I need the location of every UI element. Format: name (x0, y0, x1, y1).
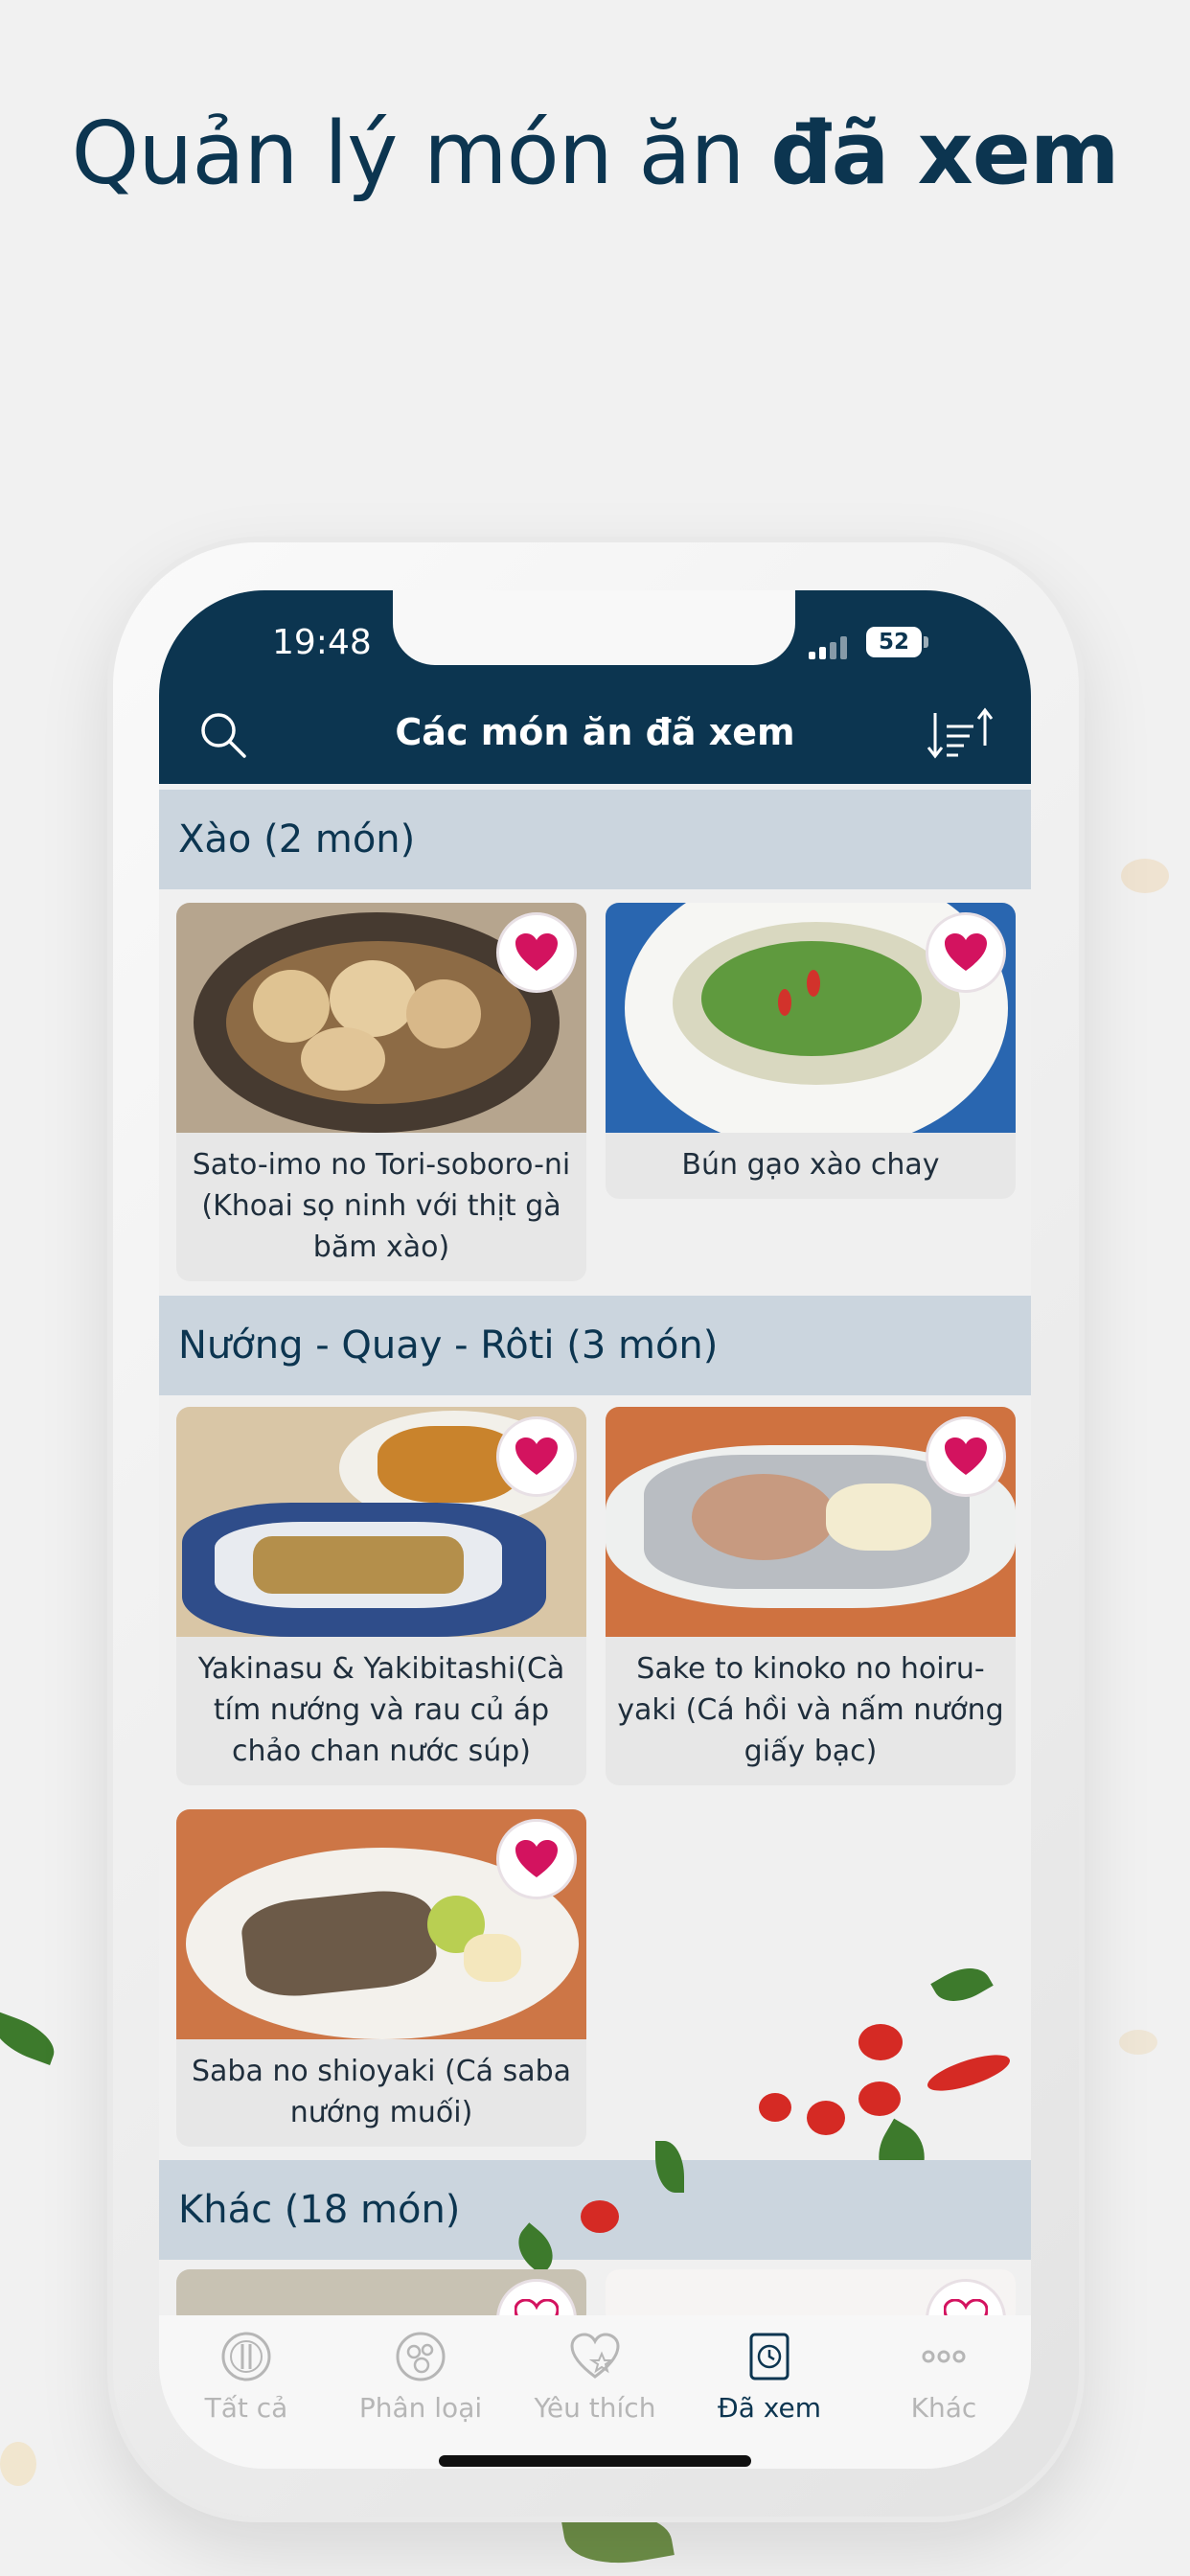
heart-icon (515, 933, 558, 971)
recipe-card[interactable]: Yakinasu & Yakibitashi(Cà tím nướng và r… (176, 1407, 586, 1785)
status-time: 19:48 (272, 623, 372, 662)
headline-bold: đã xem (770, 104, 1119, 204)
tab-label: Phân loại (358, 2392, 483, 2424)
heart-icon (515, 1438, 558, 1475)
sort-icon (927, 707, 994, 759)
tab-label: Tất cả (204, 2392, 288, 2424)
recipe-title: Sake to kinoko no hoiru-yaki (Cá hồi và … (617, 1652, 1004, 1768)
tomato-decoration (581, 2200, 619, 2233)
home-indicator (439, 2455, 751, 2467)
heart-icon (945, 1438, 987, 1475)
favorite-button[interactable] (496, 1416, 577, 1497)
headline-regular: Quản lý món ăn (71, 104, 771, 204)
recipe-title: Yakinasu & Yakibitashi(Cà tím nướng và r… (197, 1652, 565, 1768)
tab-label: Yêu thích (534, 2392, 656, 2424)
tomato-decoration (858, 2082, 901, 2116)
favorite-button[interactable] (926, 912, 1006, 993)
favorite-button[interactable] (496, 1819, 577, 1899)
recipe-card[interactable]: Bún gạo xào chay (606, 903, 1016, 1199)
recipe-title: Bún gạo xào chay (681, 1148, 940, 1182)
battery-icon: 52 (866, 627, 922, 657)
phone-screen: 19:48 52 Các món ăn đã xem Xào (2 món) S… (159, 590, 1031, 2469)
tab-tat-ca[interactable]: Tất cả (159, 2315, 333, 2430)
tomato-decoration (807, 2101, 845, 2135)
basil-leaf-decoration (930, 1957, 994, 2012)
tab-khac[interactable]: Khác (857, 2315, 1031, 2430)
recipe-card[interactable]: Saba no shioyaki (Cá saba nướng muối) (176, 1809, 586, 2147)
heart-star-icon (570, 2333, 620, 2379)
recipe-photo (176, 1407, 586, 1637)
tab-label: Khác (910, 2392, 977, 2424)
recipe-photo (606, 1407, 1016, 1637)
plate-icon (221, 2332, 271, 2381)
chili-decoration (924, 2047, 1014, 2099)
recipe-title: Saba no shioyaki (Cá saba nướng muối) (191, 2055, 572, 2129)
section-header-nuong: Nướng - Quay - Rôti (3 món) (159, 1296, 1031, 1395)
tab-bar: Tất cả Phân loại Yêu thích Đã xem Khác (159, 2315, 1031, 2469)
recipe-title: Sato-imo no Tori-soboro-ni (Khoai sọ nin… (192, 1148, 571, 1264)
navigation-bar: 19:48 52 Các món ăn đã xem (159, 590, 1031, 784)
notch (393, 590, 795, 665)
tab-da-xem[interactable]: Đã xem (682, 2315, 857, 2430)
heart-icon (515, 1840, 558, 1877)
page-title: Các món ăn đã xem (395, 711, 795, 753)
tab-yeu-thich[interactable]: Yêu thích (508, 2315, 682, 2430)
sort-button[interactable] (926, 705, 998, 763)
tomato-decoration (858, 2024, 903, 2060)
signal-icon (809, 634, 851, 659)
basil-leaf-decoration (0, 2012, 61, 2065)
garlic-decoration (1119, 2030, 1157, 2055)
heart-icon (945, 933, 987, 971)
section-header-xao: Xào (2 món) (159, 790, 1031, 889)
recipe-photo (176, 1809, 586, 2039)
recipe-photo (176, 903, 586, 1133)
garlic-decoration (0, 2442, 36, 2486)
favorite-button[interactable] (496, 912, 577, 993)
garlic-decoration (1121, 859, 1169, 893)
tab-label: Đã xem (718, 2392, 821, 2424)
battery-tip (924, 636, 928, 648)
tab-phan-loai[interactable]: Phân loại (333, 2315, 508, 2430)
history-icon (749, 2333, 790, 2380)
recipe-photo (606, 903, 1016, 1133)
recipe-card[interactable]: Sato-imo no Tori-soboro-ni (Khoai sọ nin… (176, 903, 586, 1281)
recipe-card[interactable]: Sake to kinoko no hoiru-yaki (Cá hồi và … (606, 1407, 1016, 1785)
category-icon (396, 2332, 446, 2381)
favorite-button[interactable] (926, 1416, 1006, 1497)
more-icon (922, 2350, 966, 2363)
tomato-decoration (759, 2093, 791, 2122)
marketing-headline: Quản lý món ăn đã xem (0, 104, 1190, 204)
